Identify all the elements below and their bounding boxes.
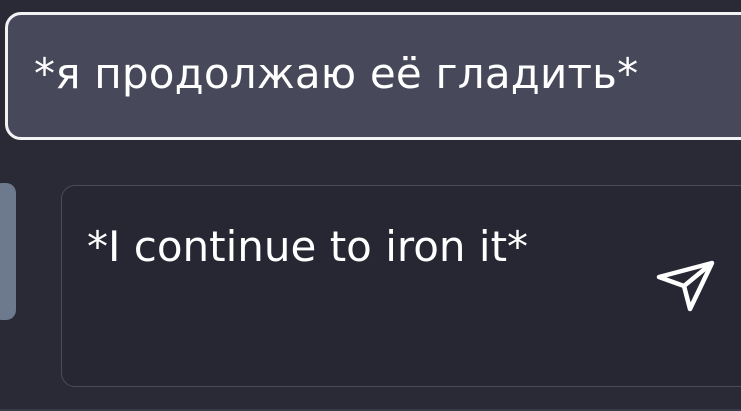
message-input[interactable]: *I continue to iron it*: [61, 185, 741, 387]
message-text: *я продолжаю её гладить*: [34, 48, 639, 98]
input-text[interactable]: *I continue to iron it*: [87, 212, 567, 282]
send-icon: [656, 260, 715, 312]
side-handle[interactable]: [0, 183, 16, 320]
send-button[interactable]: [650, 255, 722, 315]
message-bubble[interactable]: *я продолжаю её гладить*: [5, 12, 741, 140]
chat-screen: *я продолжаю её гладить* *I continue to …: [0, 0, 741, 411]
